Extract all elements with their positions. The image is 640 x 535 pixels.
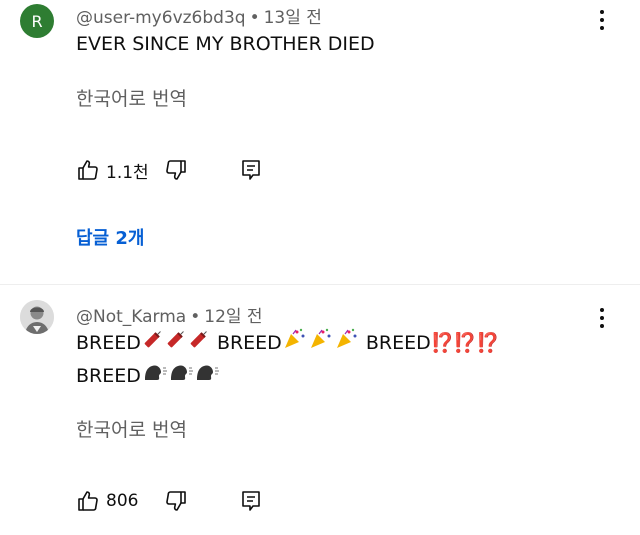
speaking-head-icon: [142, 360, 220, 392]
replies-toggle[interactable]: 답글 2개: [76, 224, 144, 250]
more-vert-icon[interactable]: [596, 8, 608, 32]
meta-separator: •: [249, 8, 260, 28]
timestamp[interactable]: 12일 전: [204, 307, 262, 327]
comment-meta: @user-my6vz6bd3q • 13일 전: [76, 3, 322, 28]
translate-link[interactable]: 한국어로 번역: [76, 415, 187, 442]
firecracker-icon: [142, 328, 210, 360]
translate-link[interactable]: 한국어로 번역: [76, 84, 187, 111]
username[interactable]: @Not_Karma: [76, 307, 186, 327]
reply-button[interactable]: [240, 156, 262, 184]
divider: [0, 284, 640, 285]
like-icon: [78, 491, 98, 511]
more-vert-icon[interactable]: [596, 306, 608, 330]
avatar[interactable]: R: [20, 4, 54, 38]
avatar-letter: R: [31, 11, 43, 31]
comment-word: BREED: [216, 332, 282, 354]
comment-text: EVER SINCE MY BROTHER DIED: [76, 33, 375, 55]
like-button[interactable]: 1.1천: [76, 156, 149, 184]
comment-text: BREED BREED BREED⁉️⁉️⁉️ BREED: [76, 327, 500, 392]
dislike-button[interactable]: [164, 487, 188, 515]
like-button[interactable]: 806: [76, 487, 138, 515]
username[interactable]: @user-my6vz6bd3q: [76, 8, 246, 28]
party-popper-icon: [283, 328, 359, 360]
reply-icon: [242, 491, 260, 511]
dislike-icon: [166, 160, 186, 180]
like-count: 1.1천: [106, 162, 149, 183]
comment-actions: 1.1천: [76, 156, 276, 184]
reply-icon: [242, 160, 260, 180]
like-icon: [78, 160, 98, 180]
comment-meta: @Not_Karma • 12일 전: [76, 302, 263, 327]
avatar-portrait-icon: [20, 300, 54, 334]
dislike-button[interactable]: [164, 156, 188, 184]
reply-button[interactable]: [240, 487, 262, 515]
timestamp[interactable]: 13일 전: [264, 8, 322, 28]
comment-word: BREED: [76, 364, 141, 387]
comment-word: BREED: [365, 332, 431, 354]
dislike-icon: [166, 491, 186, 511]
meta-separator: •: [190, 307, 201, 327]
comment-actions: 806: [76, 487, 276, 515]
comment-word: BREED: [76, 332, 141, 354]
avatar[interactable]: [20, 300, 54, 334]
like-count: 806: [106, 491, 139, 511]
interrobang-emoji: ⁉️⁉️⁉️: [430, 332, 500, 354]
